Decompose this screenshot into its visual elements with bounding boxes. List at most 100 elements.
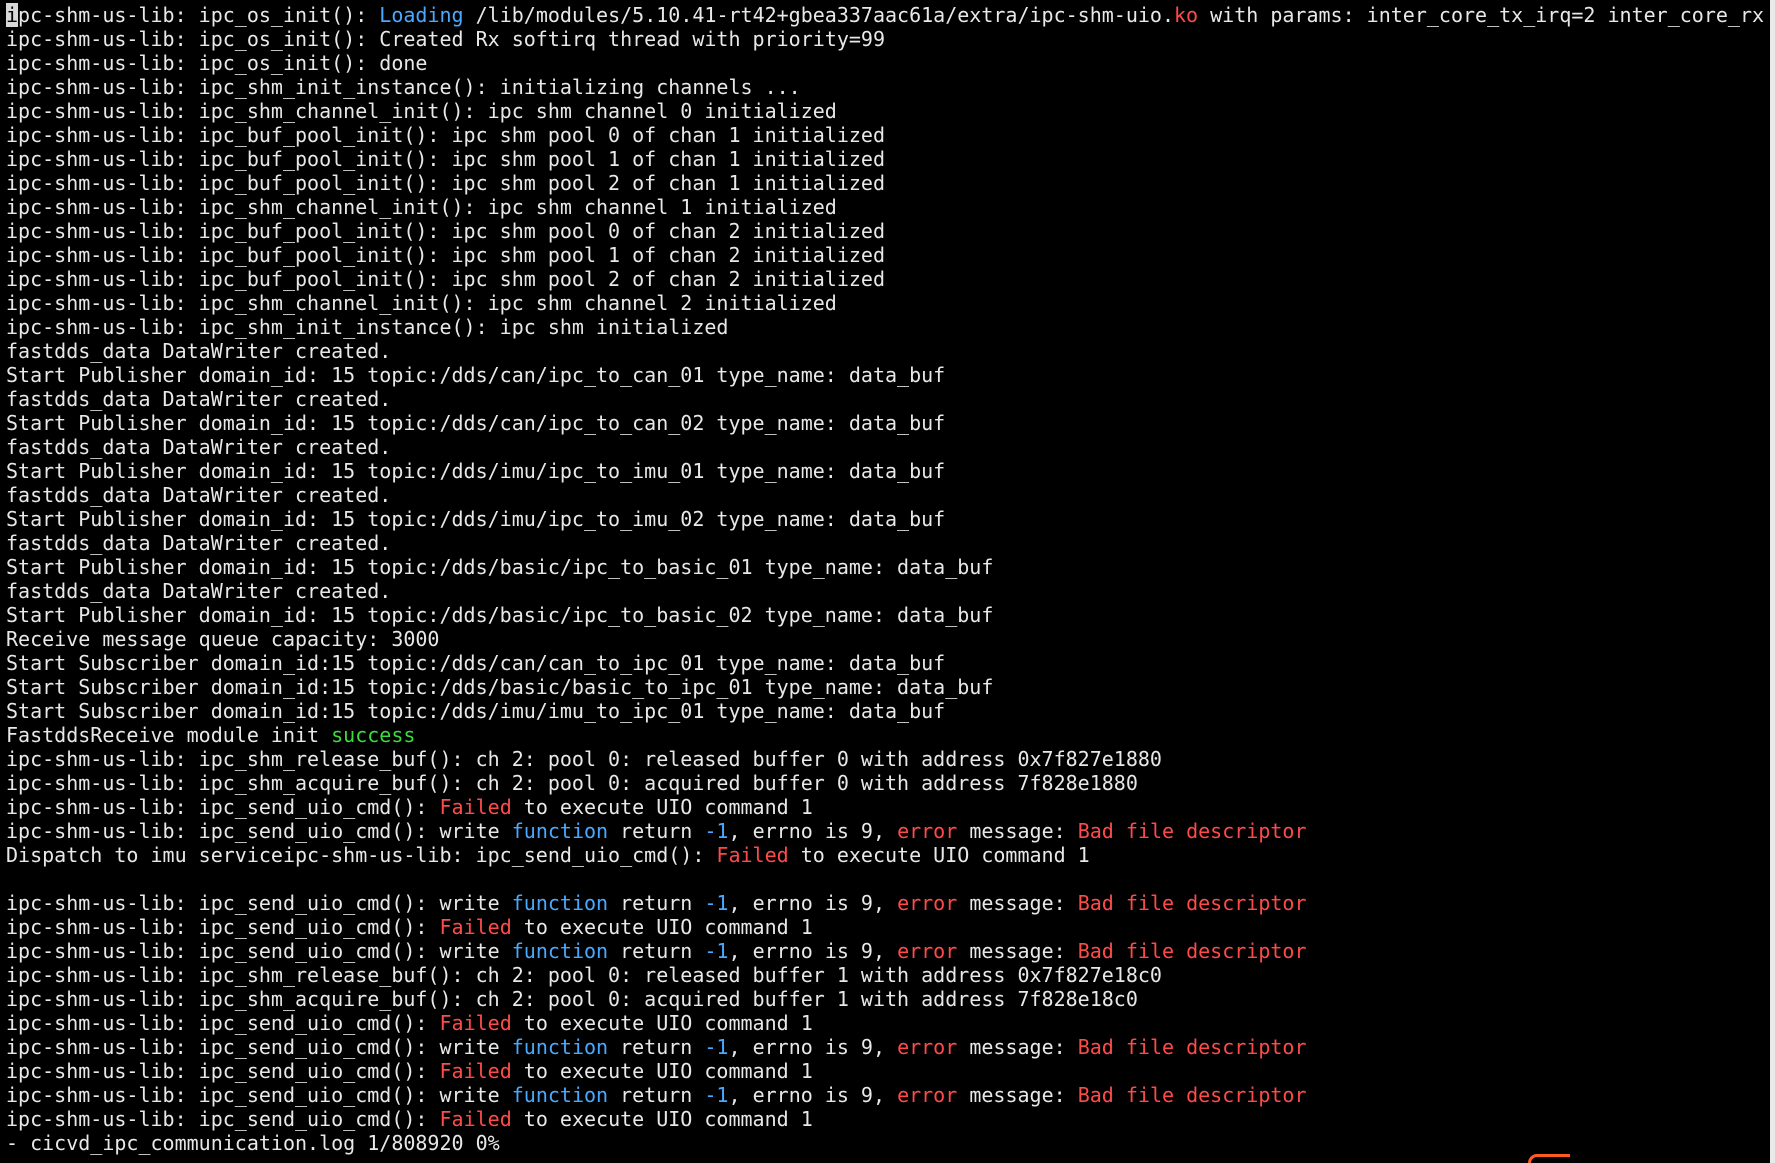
log-segment: function	[511, 1035, 609, 1059]
log-segment: Bad file descriptor	[1077, 891, 1307, 915]
log-segment: , errno is 9,	[728, 819, 898, 843]
terminal-window[interactable]: ipc-shm-us-lib: ipc_os_init(): Loading /…	[0, 0, 1770, 1163]
log-line: ipc-shm-us-lib: ipc_shm_acquire_buf(): c…	[6, 771, 1766, 795]
log-line: fastdds_data DataWriter created.	[6, 579, 1766, 603]
log-segment: ipc-shm-us-lib: ipc_shm_init_instance():…	[6, 315, 729, 339]
log-line: ipc-shm-us-lib: ipc_shm_acquire_buf(): c…	[6, 987, 1766, 1011]
log-segment: Failed	[716, 843, 789, 867]
log-segment: to execute UIO command 1	[511, 1107, 813, 1131]
log-segment: Start Subscriber domain_id:15 topic:/dds…	[6, 675, 994, 699]
log-segment: fastdds_data DataWriter created.	[6, 483, 392, 507]
log-line: ipc-shm-us-lib: ipc_send_uio_cmd(): Fail…	[6, 1059, 1766, 1083]
log-segment: message:	[957, 819, 1078, 843]
log-segment: Start Subscriber domain_id:15 topic:/dds…	[6, 699, 946, 723]
log-segment: Failed	[439, 915, 512, 939]
log-segment: fastdds_data DataWriter created.	[6, 387, 392, 411]
log-line: fastdds_data DataWriter created.	[6, 435, 1766, 459]
log-line: ipc-shm-us-lib: ipc_send_uio_cmd(): Fail…	[6, 795, 1766, 819]
log-segment: message:	[957, 1035, 1078, 1059]
log-line: ipc-shm-us-lib: ipc_buf_pool_init(): ipc…	[6, 219, 1766, 243]
log-segment: Failed	[439, 795, 512, 819]
log-line: Start Publisher domain_id: 15 topic:/dds…	[6, 555, 1766, 579]
log-line: Start Publisher domain_id: 15 topic:/dds…	[6, 507, 1766, 531]
log-segment: FastddsReceive module init	[6, 723, 332, 747]
log-segment: ipc-shm-us-lib: ipc_shm_acquire_buf(): c…	[6, 987, 1138, 1011]
log-segment: -1	[704, 1035, 729, 1059]
log-line: ipc-shm-us-lib: ipc_shm_init_instance():…	[6, 75, 1766, 99]
log-segment: Start Publisher domain_id: 15 topic:/dds…	[6, 459, 946, 483]
log-line: FastddsReceive module init success	[6, 723, 1766, 747]
log-line: ipc-shm-us-lib: ipc_buf_pool_init(): ipc…	[6, 267, 1766, 291]
log-segment: Failed	[439, 1059, 512, 1083]
overlay-decoration	[1528, 1154, 1570, 1163]
log-segment: ipc-shm-us-lib: ipc_shm_channel_init(): …	[6, 99, 837, 123]
log-segment: -1	[704, 1083, 729, 1107]
log-line: fastdds_data DataWriter created.	[6, 339, 1766, 363]
log-line: Start Publisher domain_id: 15 topic:/dds…	[6, 363, 1766, 387]
log-segment: to execute UIO command 1	[511, 915, 813, 939]
log-line: Receive message queue capacity: 3000	[6, 627, 1766, 651]
log-segment: Failed	[439, 1107, 512, 1131]
log-line: Start Publisher domain_id: 15 topic:/dds…	[6, 603, 1766, 627]
log-line: Start Subscriber domain_id:15 topic:/dds…	[6, 651, 1766, 675]
log-line: ipc-shm-us-lib: ipc_shm_channel_init(): …	[6, 291, 1766, 315]
log-segment: message:	[957, 891, 1078, 915]
log-segment: error	[897, 1035, 958, 1059]
log-segment: fastdds_data DataWriter created.	[6, 435, 392, 459]
log-segment: ipc-shm-us-lib: ipc_send_uio_cmd():	[6, 915, 440, 939]
log-line: ipc-shm-us-lib: ipc_buf_pool_init(): ipc…	[6, 243, 1766, 267]
log-line: ipc-shm-us-lib: ipc_send_uio_cmd(): Fail…	[6, 1107, 1766, 1131]
log-segment: ipc-shm-us-lib: ipc_send_uio_cmd():	[6, 1107, 440, 1131]
log-line: ipc-shm-us-lib: ipc_buf_pool_init(): ipc…	[6, 147, 1766, 171]
log-segment: -1	[704, 819, 729, 843]
log-line: ipc-shm-us-lib: ipc_os_init(): done	[6, 51, 1766, 75]
log-line: ipc-shm-us-lib: ipc_shm_release_buf(): c…	[6, 747, 1766, 771]
log-line: ipc-shm-us-lib: ipc_send_uio_cmd(): writ…	[6, 1083, 1766, 1107]
log-segment: Start Subscriber domain_id:15 topic:/dds…	[6, 651, 946, 675]
log-line: fastdds_data DataWriter created.	[6, 531, 1766, 555]
log-segment: Dispatch to imu serviceipc-shm-us-lib: i…	[6, 843, 717, 867]
log-segment: ipc-shm-us-lib: ipc_buf_pool_init(): ipc…	[6, 267, 885, 291]
log-segment: ipc-shm-us-lib: ipc_shm_acquire_buf(): c…	[6, 771, 1138, 795]
log-segment: fastdds_data DataWriter created.	[6, 579, 392, 603]
log-segment: ko	[1174, 3, 1199, 27]
log-line: Start Subscriber domain_id:15 topic:/dds…	[6, 699, 1766, 723]
log-line: ipc-shm-us-lib: ipc_send_uio_cmd(): writ…	[6, 939, 1766, 963]
log-segment: -1	[704, 939, 729, 963]
log-segment: success	[331, 723, 416, 747]
log-segment: to execute UIO command 1	[511, 1059, 813, 1083]
log-segment: to execute UIO command 1	[788, 843, 1090, 867]
log-segment: fastdds_data DataWriter created.	[6, 339, 392, 363]
log-segment: ipc-shm-us-lib: ipc_send_uio_cmd(): writ…	[6, 891, 512, 915]
log-segment: fastdds_data DataWriter created.	[6, 531, 392, 555]
log-segment: ipc-shm-us-lib: ipc_os_init(): Created R…	[6, 27, 885, 51]
log-line: ipc-shm-us-lib: ipc_shm_init_instance():…	[6, 315, 1766, 339]
log-segment: ipc-shm-us-lib: ipc_shm_channel_init(): …	[6, 195, 837, 219]
log-segment: Loading	[379, 3, 464, 27]
log-segment: return	[608, 1083, 705, 1107]
window-edge	[1770, 0, 1775, 1163]
log-line: ipc-shm-us-lib: ipc_send_uio_cmd(): writ…	[6, 891, 1766, 915]
terminal-log[interactable]: ipc-shm-us-lib: ipc_os_init(): Loading /…	[6, 3, 1766, 1155]
log-segment: Start Publisher domain_id: 15 topic:/dds…	[6, 411, 946, 435]
log-segment: ipc-shm-us-lib: ipc_send_uio_cmd():	[6, 1059, 440, 1083]
log-segment: ipc-shm-us-lib: ipc_buf_pool_init(): ipc…	[6, 147, 885, 171]
log-segment: Start Publisher domain_id: 15 topic:/dds…	[6, 507, 946, 531]
log-segment: error	[897, 1083, 958, 1107]
log-line: fastdds_data DataWriter created.	[6, 387, 1766, 411]
log-line: ipc-shm-us-lib: ipc_shm_channel_init(): …	[6, 99, 1766, 123]
log-segment: , errno is 9,	[728, 1035, 898, 1059]
log-line: ipc-shm-us-lib: ipc_os_init(): Created R…	[6, 27, 1766, 51]
log-segment: ipc-shm-us-lib: ipc_buf_pool_init(): ipc…	[6, 243, 885, 267]
log-segment: ipc-shm-us-lib: ipc_os_init(): done	[6, 51, 428, 75]
log-line: ipc-shm-us-lib: ipc_send_uio_cmd(): writ…	[6, 1035, 1766, 1059]
log-segment: error	[897, 819, 958, 843]
log-segment: ipc-shm-us-lib: ipc_send_uio_cmd(): writ…	[6, 1035, 512, 1059]
log-segment: with params: inter_core_tx_irq=2 inter_c…	[1198, 3, 1765, 27]
log-segment: Receive message queue capacity: 3000	[6, 627, 440, 651]
log-segment: ipc-shm-us-lib: ipc_send_uio_cmd():	[6, 1011, 440, 1035]
log-segment: message:	[957, 939, 1078, 963]
log-segment: ipc-shm-us-lib: ipc_buf_pool_init(): ipc…	[6, 123, 885, 147]
log-segment: /lib/modules/5.10.41-rt42+gbea337aac61a/…	[463, 3, 1174, 27]
log-segment: ipc-shm-us-lib: ipc_shm_release_buf(): c…	[6, 963, 1162, 987]
